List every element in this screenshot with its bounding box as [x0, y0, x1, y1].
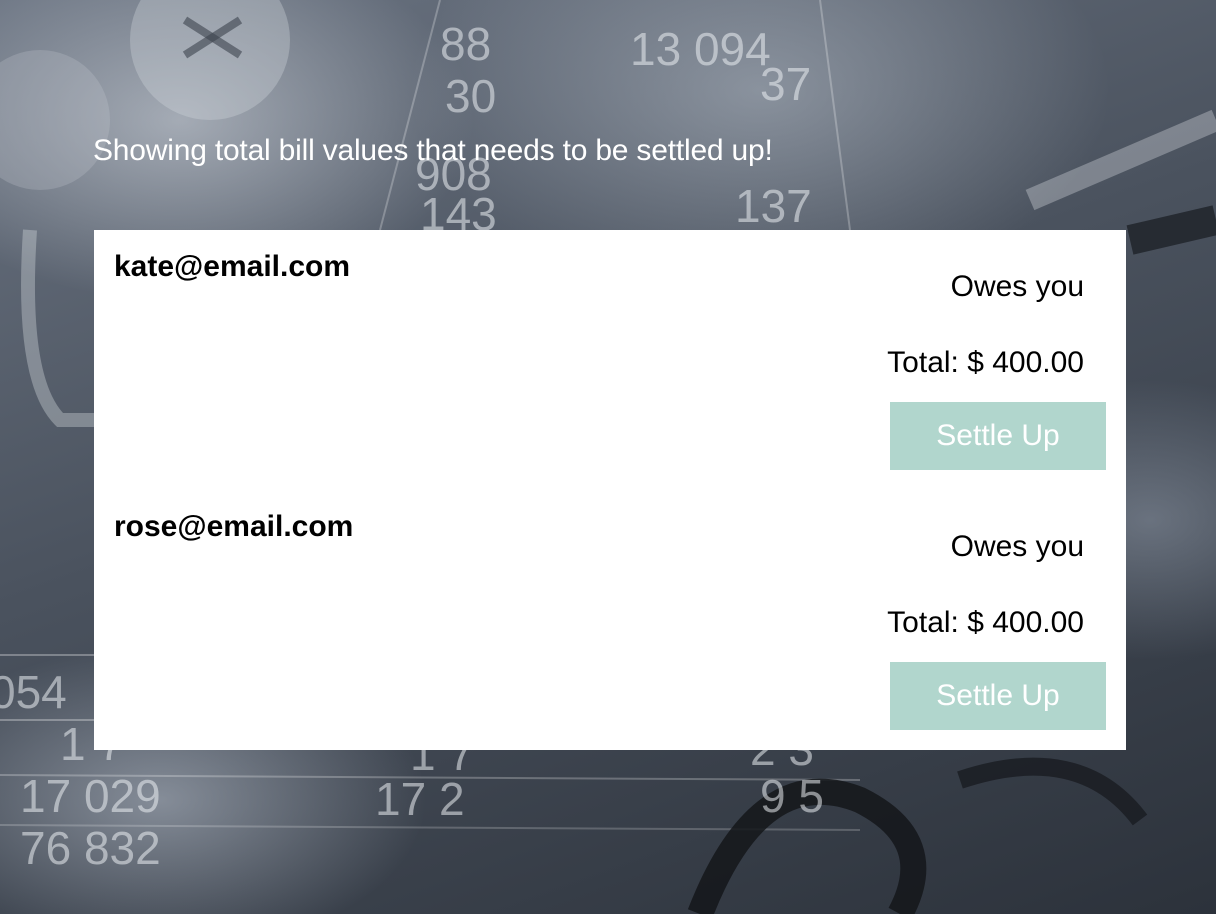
balance-entry: kate@email.com Owes you Total: $ 400.00 …: [94, 230, 1126, 490]
settle-up-button[interactable]: Settle Up: [890, 662, 1106, 730]
entry-total: Total: $ 400.00: [887, 606, 1084, 639]
settle-up-button[interactable]: Settle Up: [890, 402, 1106, 470]
bg-number: 17 029: [20, 770, 161, 822]
balances-panel: kate@email.com Owes you Total: $ 400.00 …: [94, 230, 1126, 750]
entry-total: Total: $ 400.00: [887, 346, 1084, 379]
bg-number: 054: [0, 666, 67, 718]
balance-entry: rose@email.com Owes you Total: $ 400.00 …: [94, 490, 1126, 750]
bg-number: 76 832: [20, 822, 161, 874]
entry-email: rose@email.com: [114, 510, 354, 543]
bg-number: 88: [440, 18, 491, 70]
bg-number: 17 2: [375, 773, 465, 825]
entry-email: kate@email.com: [114, 250, 351, 283]
bg-number: 137: [735, 180, 812, 232]
entry-status: Owes you: [950, 270, 1084, 303]
bg-number: 13 094: [630, 23, 771, 75]
bg-number: 37: [760, 58, 811, 110]
page-heading: Showing total bill values that needs to …: [93, 134, 773, 167]
entry-status: Owes you: [950, 530, 1084, 563]
bg-number: 9 5: [760, 770, 824, 822]
bg-number: 30: [445, 70, 496, 122]
